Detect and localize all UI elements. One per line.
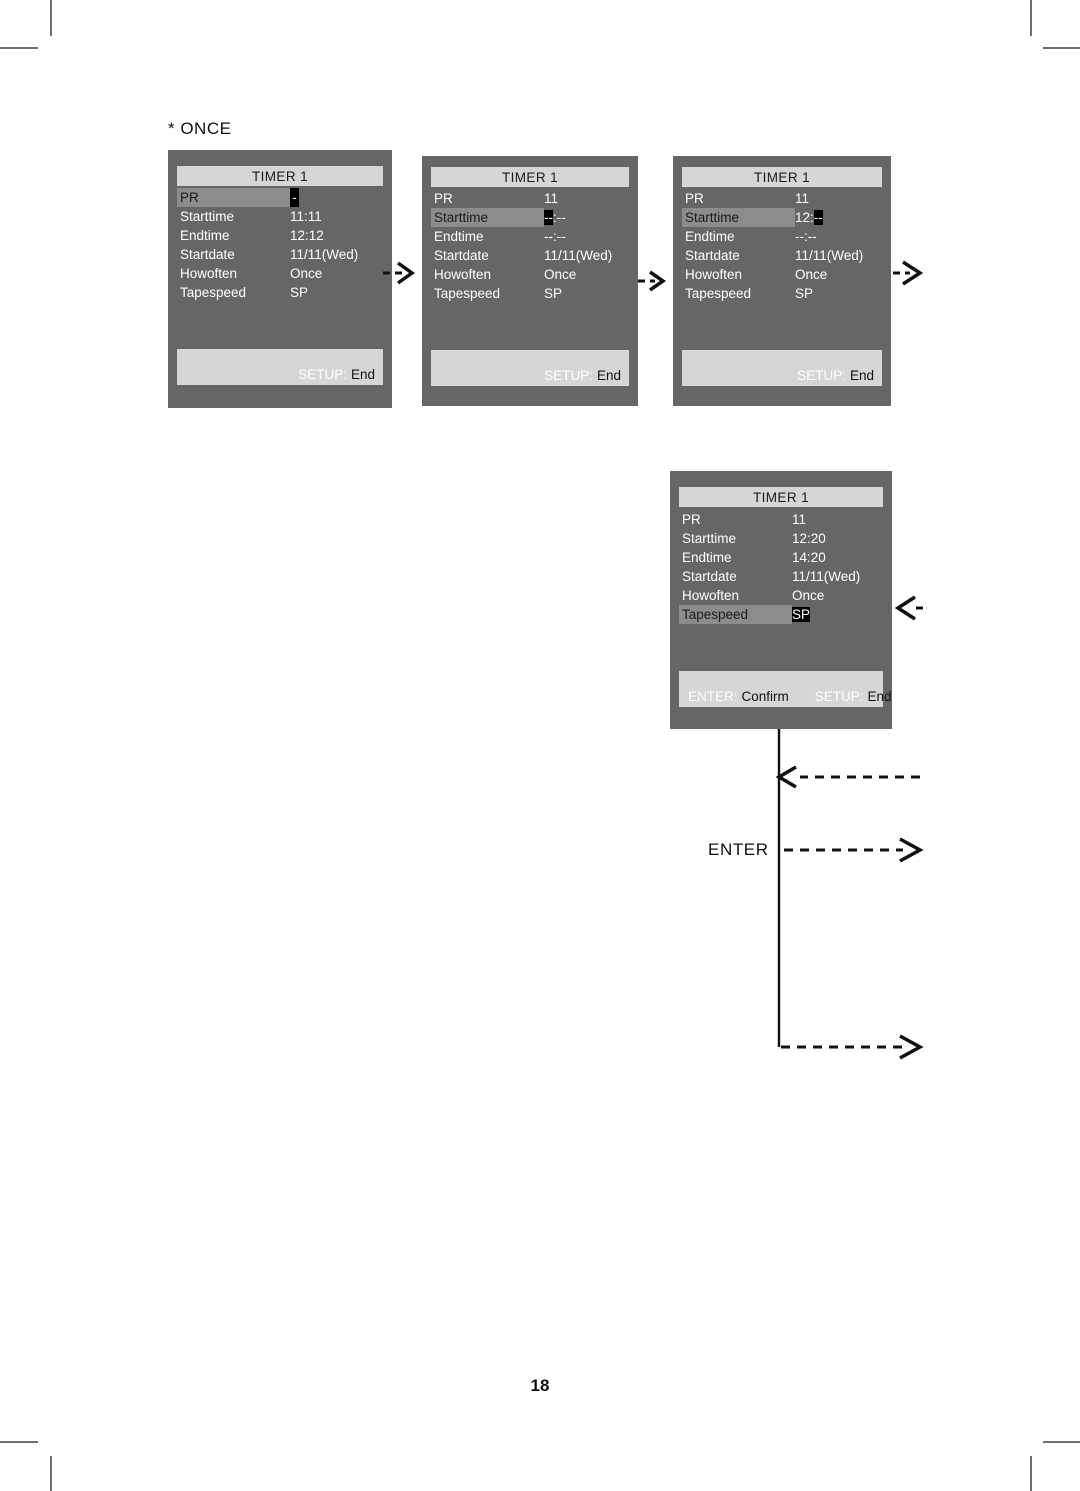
osd-row-value: 11/11(Wed) bbox=[795, 248, 864, 263]
osd-row-label: Startdate bbox=[180, 247, 235, 262]
edit-cursor-highlight: -- bbox=[813, 210, 823, 225]
osd-row-value: 11 bbox=[792, 512, 807, 527]
osd-row-label: Startdate bbox=[682, 569, 737, 584]
osd-row-value: 11 bbox=[544, 191, 559, 206]
osd-row-label: Starttime bbox=[431, 208, 544, 227]
osd-row-value: 12:12 bbox=[290, 228, 324, 243]
edit-cursor-highlight: SP bbox=[792, 607, 811, 622]
osd-row-value: Once bbox=[792, 588, 825, 603]
osd-row-value: 11:11 bbox=[290, 209, 322, 224]
osd-row-value: SP bbox=[792, 605, 811, 624]
arrow-return-to-trunk bbox=[775, 765, 920, 789]
osd-row-label: Starttime bbox=[682, 208, 795, 227]
arrow-panel3-to-next bbox=[893, 260, 924, 286]
osd-row-label: Starttime bbox=[180, 209, 235, 224]
osd-row-label: Howoften bbox=[434, 267, 492, 282]
osd-row-label: Howoften bbox=[682, 588, 740, 603]
osd-row-value: --:-- bbox=[544, 208, 566, 227]
osd-row-value: --:-- bbox=[544, 229, 566, 244]
osd-row-value: Once bbox=[795, 267, 828, 282]
arrow-into-panel4 bbox=[894, 595, 928, 621]
osd-row-value: - bbox=[290, 188, 299, 207]
arrow-panel2-to-panel3 bbox=[638, 270, 667, 292]
osd-row-label: Startdate bbox=[434, 248, 489, 263]
osd-row-value: SP bbox=[544, 286, 563, 301]
osd-row-label: Tapespeed bbox=[685, 286, 752, 301]
osd-row-startdate[interactable]: Startdate 11/11(Wed) bbox=[177, 245, 383, 264]
osd-row-value: 11/11(Wed) bbox=[544, 248, 613, 263]
page-number: 18 bbox=[530, 1376, 550, 1395]
osd-row-label: Tapespeed bbox=[434, 286, 501, 301]
osd-row-value: 14:20 bbox=[792, 550, 826, 565]
osd-row-label: Endtime bbox=[685, 229, 735, 244]
osd-row-label: Endtime bbox=[434, 229, 484, 244]
osd-row-label: PR bbox=[434, 191, 453, 206]
osd-row-value: --:-- bbox=[795, 229, 817, 244]
osd-row-value: SP bbox=[290, 285, 309, 300]
osd-row-label: Endtime bbox=[682, 550, 732, 565]
osd-row-value: Once bbox=[544, 267, 577, 282]
osd-row-startdate[interactable]: Startdate 11/11(Wed) bbox=[431, 246, 629, 265]
osd-row-value: Once bbox=[290, 266, 323, 281]
osd-row-value: 11/11(Wed) bbox=[792, 569, 861, 584]
osd-row-startdate[interactable]: Startdate 11/11(Wed) bbox=[679, 567, 883, 586]
edit-cursor-highlight: -- bbox=[544, 210, 553, 225]
osd-row-label: Howoften bbox=[685, 267, 743, 282]
osd-row-label: Starttime bbox=[682, 531, 737, 546]
osd-row-value: 12:-- bbox=[795, 208, 823, 227]
osd-row-label: PR bbox=[682, 512, 701, 527]
osd-row-label: Tapespeed bbox=[180, 285, 247, 300]
arrow-enter-branch bbox=[784, 837, 924, 863]
osd-row-label: Endtime bbox=[180, 228, 230, 243]
osd-row-value: 11 bbox=[795, 191, 810, 206]
osd-row-value: 11/11(Wed) bbox=[290, 247, 359, 262]
osd-row-value-prefix: 12: bbox=[795, 210, 814, 225]
osd-row-label: PR bbox=[685, 191, 704, 206]
edit-cursor-highlight: - bbox=[290, 188, 299, 207]
arrow-panel1-to-panel2 bbox=[383, 261, 416, 285]
osd-row-label: Howoften bbox=[180, 266, 238, 281]
osd-row-value-rest: :-- bbox=[553, 210, 566, 225]
arrow-bottom-branch bbox=[781, 1034, 924, 1060]
osd-row-label: Tapespeed bbox=[679, 605, 792, 624]
osd-row-value: SP bbox=[795, 286, 814, 301]
osd-row-label: Startdate bbox=[685, 248, 740, 263]
osd-row-startdate[interactable]: Startdate 11/11(Wed) bbox=[682, 246, 882, 265]
osd-row-value: 12:20 bbox=[792, 531, 826, 546]
enter-branch-label: ENTER bbox=[708, 840, 769, 859]
osd-row-label: PR bbox=[177, 188, 290, 207]
